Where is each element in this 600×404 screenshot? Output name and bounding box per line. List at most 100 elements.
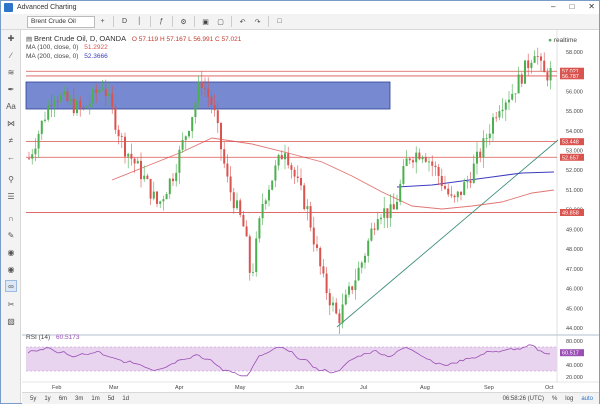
candle-body: [405, 158, 408, 167]
candle-body: [194, 102, 197, 118]
arrow-icon[interactable]: ←: [5, 151, 17, 163]
candle-body: [453, 195, 456, 198]
candle-body: [79, 100, 82, 108]
utc-clock: 06:58:26 (UTC): [502, 395, 544, 402]
candle-body: [344, 294, 347, 305]
range-5d[interactable]: 5d: [108, 396, 115, 402]
candle-body: [479, 151, 482, 158]
candle-body: [226, 163, 229, 177]
candle-body: [386, 208, 389, 219]
candle-body: [466, 181, 469, 183]
fib-retracement-icon[interactable]: ≋: [5, 66, 17, 78]
compare-add-icon[interactable]: +: [96, 16, 109, 28]
candle-body: [335, 302, 338, 314]
realtime-dot-icon: ●: [548, 37, 553, 44]
candle-body: [306, 206, 309, 210]
candle-body: [271, 180, 274, 190]
candle-body: [376, 219, 379, 230]
snapshot-icon[interactable]: ▣: [199, 16, 212, 28]
candle-body: [309, 206, 312, 228]
zoom-icon[interactable]: ⚲: [5, 173, 17, 185]
log-toggle[interactable]: log: [565, 396, 573, 402]
candle-body: [421, 157, 424, 160]
candle-body: [85, 106, 88, 108]
rsi-value: 60.5173: [56, 334, 80, 341]
candle-body: [412, 160, 414, 163]
link-icon[interactable]: ∞: [5, 280, 17, 292]
range-6m[interactable]: 6m: [59, 396, 67, 402]
trash-icon[interactable]: ▧: [5, 315, 17, 327]
lock-icon[interactable]: ◉: [5, 246, 17, 258]
candle-body: [181, 140, 184, 150]
candle-body: [322, 266, 325, 274]
range-5y[interactable]: 5y: [30, 396, 36, 402]
candle-body: [40, 120, 43, 134]
ma200-value: 52.3666: [84, 53, 108, 60]
candle-style-icon[interactable]: │: [133, 16, 146, 28]
candle-body: [447, 188, 450, 195]
time-axis-label: May: [235, 385, 246, 391]
candle-body: [223, 149, 226, 164]
realtime-label: realtime: [553, 37, 577, 44]
candle-body: [178, 149, 181, 173]
auto-toggle[interactable]: auto: [581, 396, 593, 402]
undo-icon[interactable]: ↶: [236, 16, 249, 28]
candle-body: [143, 175, 146, 180]
range-1d[interactable]: 1d: [122, 396, 129, 402]
candle-body: [399, 183, 402, 202]
range-1m[interactable]: 1m: [91, 396, 99, 402]
redo-icon[interactable]: ↷: [251, 16, 264, 28]
stay-drawing-icon[interactable]: ✎: [5, 229, 17, 241]
brush-icon[interactable]: ✒: [5, 83, 17, 95]
candle-body: [380, 217, 382, 220]
symbol-search-input[interactable]: Brent Crude Oil: [27, 15, 95, 28]
candle-body: [431, 161, 434, 166]
fullscreen-icon[interactable]: ▢: [214, 16, 227, 28]
candle-body: [543, 60, 546, 73]
candle-body: [252, 271, 254, 273]
expand-icon[interactable]: □: [273, 16, 286, 28]
candle-body: [248, 236, 251, 273]
candle-body: [108, 93, 110, 97]
candle-body: [508, 99, 510, 103]
candle-body: [408, 158, 411, 161]
candle-body: [463, 182, 466, 195]
cut-icon[interactable]: ✂: [5, 298, 17, 310]
candle-body: [533, 56, 536, 63]
price-chart-svg[interactable]: 58.000 56.000 55.000 54.000 53.000 52.000 51.0…: [22, 30, 599, 392]
candle-body: [50, 105, 53, 107]
crosshair-icon[interactable]: ✚: [5, 32, 17, 44]
candle-body: [47, 105, 50, 120]
close-icon[interactable]: ✕: [588, 2, 595, 11]
candle-body: [392, 204, 395, 210]
settings-gear-icon[interactable]: ⚙: [177, 16, 190, 28]
candle-body: [472, 163, 475, 183]
range-1y[interactable]: 1y: [44, 396, 50, 402]
candle-body: [165, 194, 168, 200]
chart-area[interactable]: 58.000 56.000 55.000 54.000 53.000 52.000 51.0…: [22, 30, 599, 392]
candle-body: [159, 201, 162, 204]
candle-body: [280, 154, 283, 160]
ma100-value: 51.2922: [84, 44, 108, 51]
indicators-icon[interactable]: ƒ: [155, 16, 168, 28]
candle-body: [104, 88, 107, 97]
pattern-icon[interactable]: ⋈: [5, 117, 17, 129]
trend-line-icon[interactable]: ∕: [5, 49, 17, 61]
maximize-icon[interactable]: □: [569, 2, 574, 11]
range-3m[interactable]: 3m: [75, 396, 83, 402]
percent-toggle[interactable]: %: [552, 396, 557, 402]
minimize-icon[interactable]: –: [551, 2, 555, 11]
time-axis-label: Feb: [52, 385, 61, 391]
candle-body: [197, 81, 200, 103]
interval-d-icon[interactable]: D: [118, 16, 131, 28]
candle-body: [524, 60, 526, 84]
candle-body: [28, 158, 30, 160]
measure-icon[interactable]: ☰: [5, 190, 17, 202]
prediction-icon[interactable]: ≠: [5, 134, 17, 146]
hide-drawings-icon[interactable]: ◉: [5, 263, 17, 275]
magnet-icon[interactable]: ∩: [5, 212, 17, 224]
candle-body: [111, 93, 114, 108]
candle-body: [354, 280, 357, 290]
collapse-icon[interactable]: ▤: [26, 36, 32, 43]
text-tool-icon[interactable]: Aa: [5, 100, 17, 112]
